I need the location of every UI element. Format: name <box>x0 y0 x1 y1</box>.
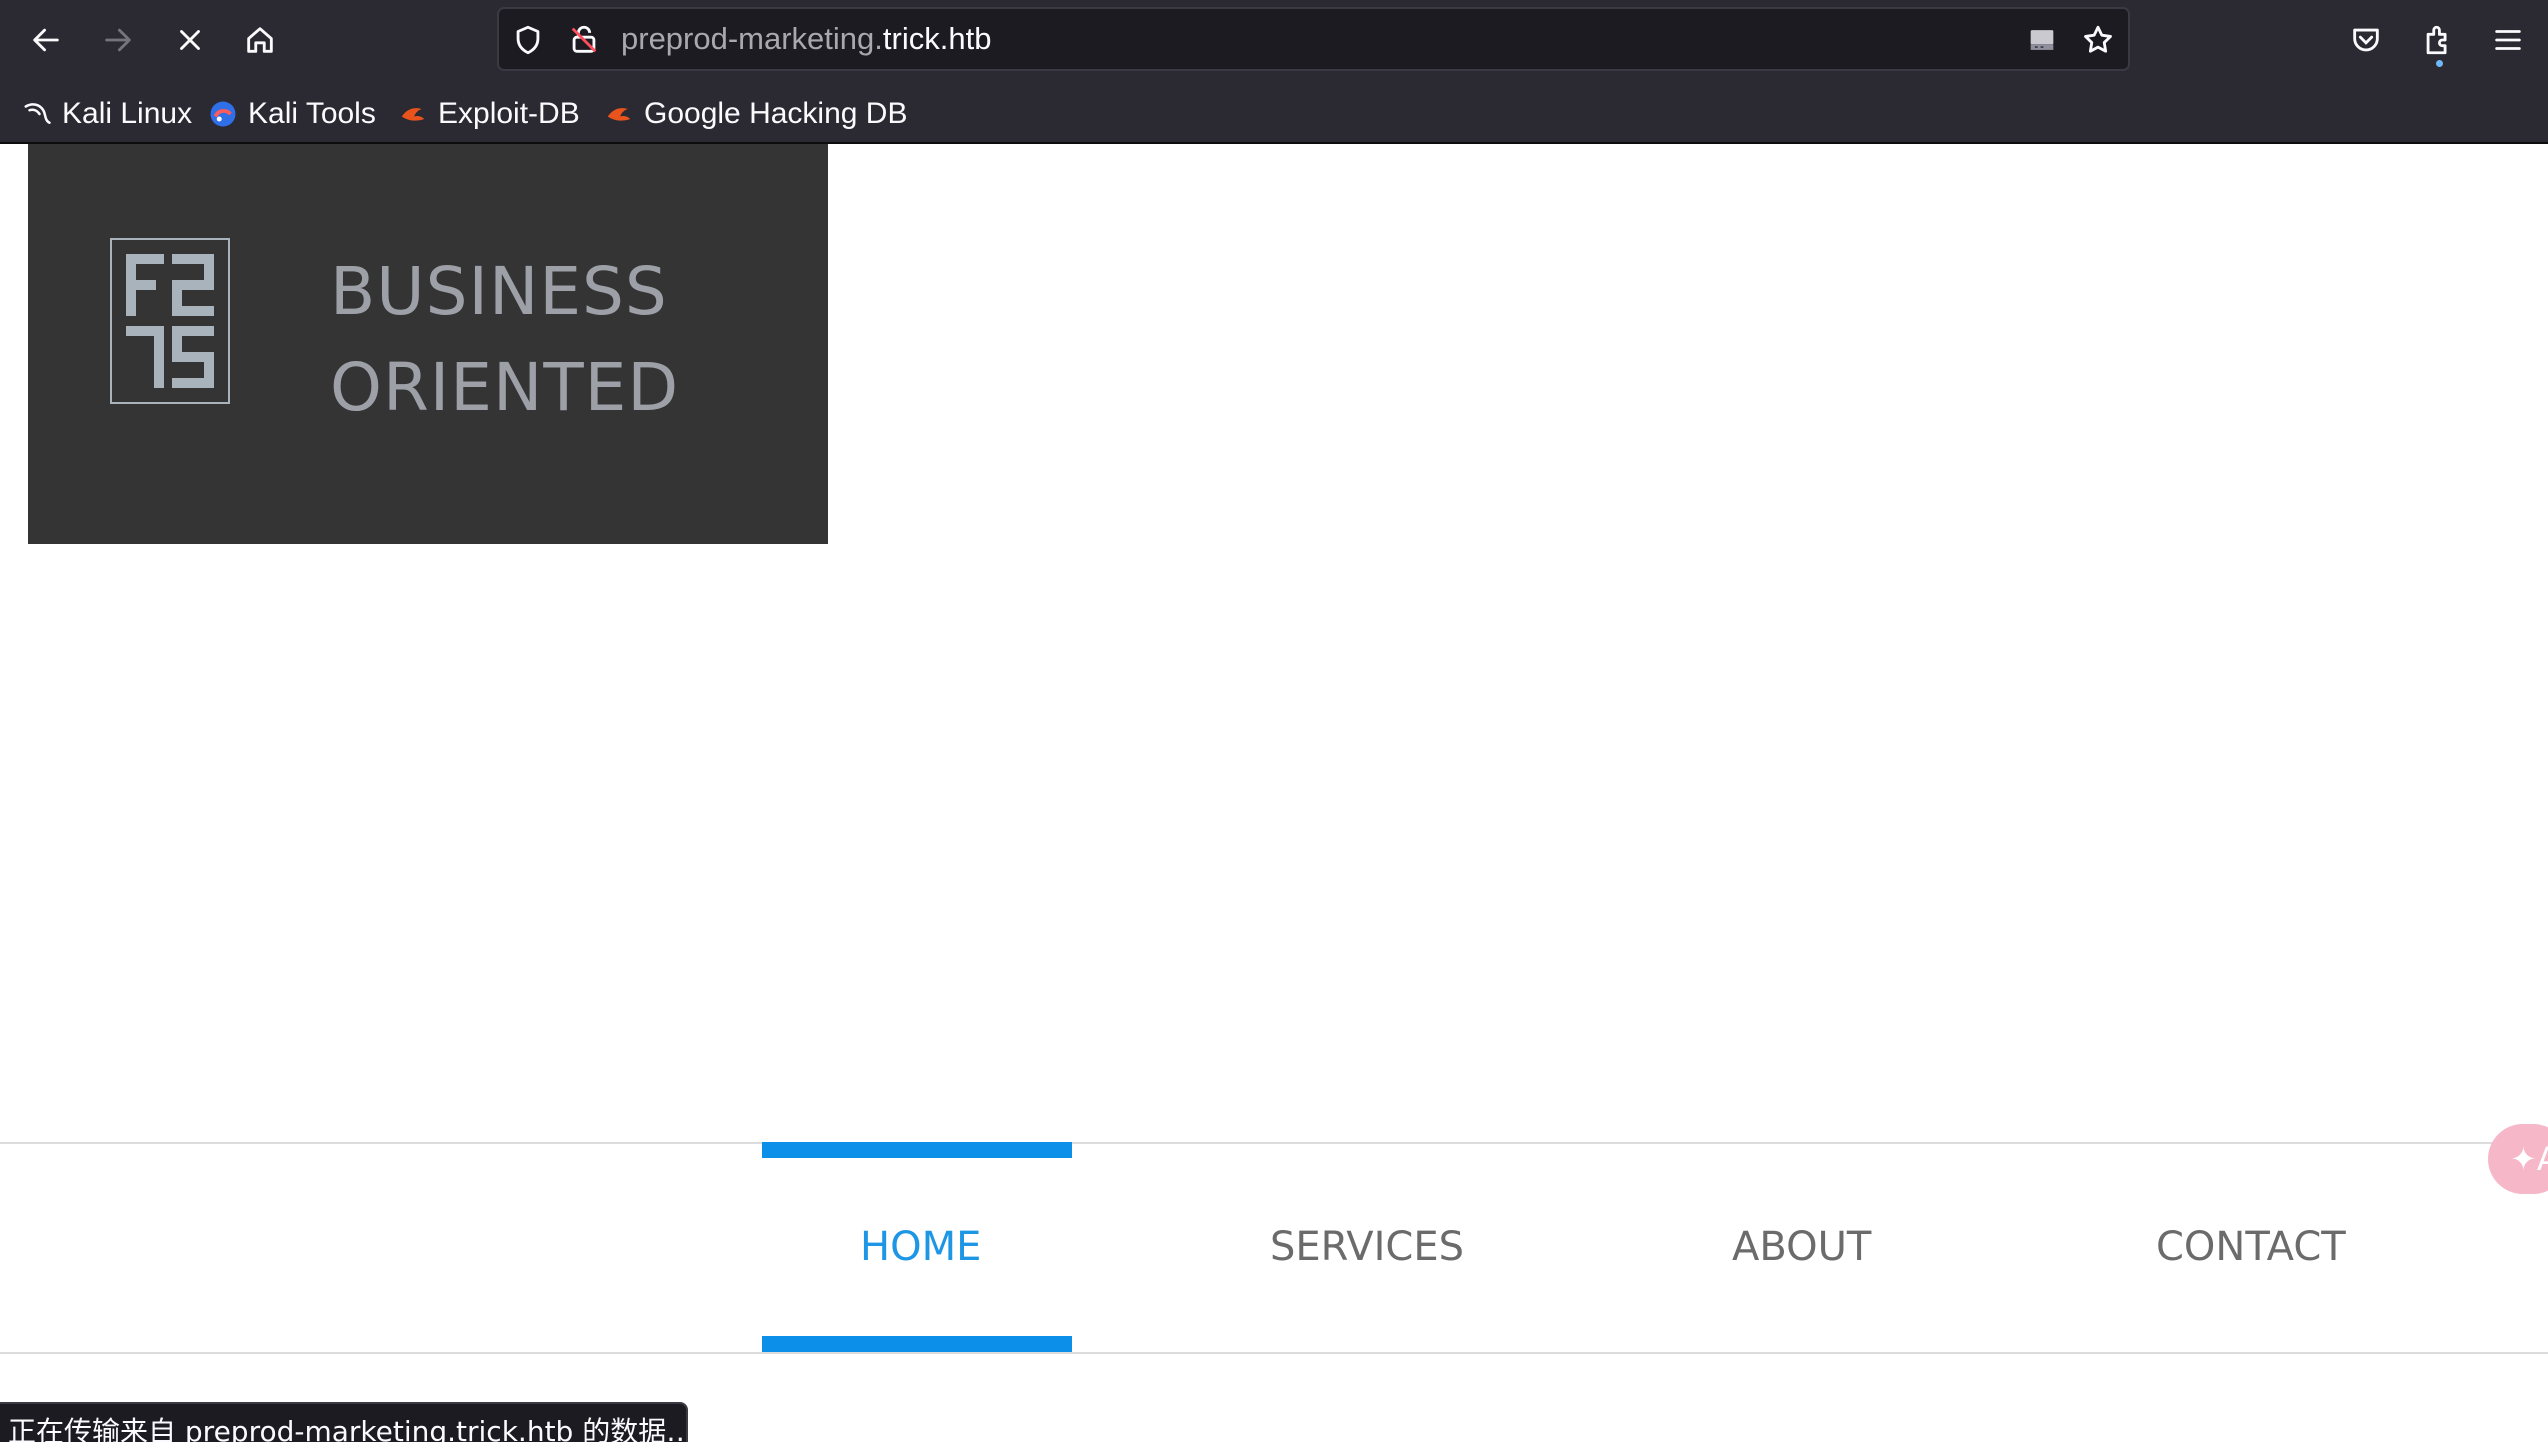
bookmark-label: Exploit-DB <box>438 97 580 130</box>
logo-mark <box>110 238 230 404</box>
exploit-db-icon <box>401 108 425 121</box>
extensions-button[interactable] <box>2414 16 2462 67</box>
logo-line-2: ORIENTED <box>330 349 680 426</box>
reader-view-icon[interactable] <box>2023 21 2061 59</box>
kali-tools-icon <box>210 101 236 127</box>
bookmarks-toolbar: Kali Linux Kali Tools Exploit-DB Google … <box>0 82 2548 144</box>
active-indicator-top <box>762 1142 1072 1158</box>
pocket-icon <box>2353 28 2379 52</box>
nav-about[interactable]: ABOUT <box>1732 1224 1871 1270</box>
forward-arrow-icon <box>105 28 131 52</box>
puzzle-icon <box>2426 25 2447 55</box>
logo-banner[interactable]: BUSINESS ORIENTED <box>28 144 828 544</box>
back-button[interactable] <box>22 16 70 64</box>
stop-loading-button[interactable] <box>166 16 214 64</box>
bookmark-kali-linux[interactable]: Kali Linux <box>22 96 192 132</box>
forward-button[interactable] <box>94 16 142 64</box>
logo-text: BUSINESS ORIENTED <box>330 244 790 436</box>
active-indicator-bottom <box>762 1336 1072 1352</box>
fz-logo-mark-icon <box>126 254 214 388</box>
kali-dragon-icon <box>24 103 51 124</box>
url-domain: trick.htb <box>882 21 992 56</box>
notification-dot <box>2436 60 2443 67</box>
logo-line-1: BUSINESS <box>330 253 668 330</box>
ghdb-icon <box>607 108 631 121</box>
bookmark-label: Kali Linux <box>62 97 193 130</box>
main-navigation: HOME SERVICES ABOUT CONTACT <box>0 1142 2548 1354</box>
bookmark-google-hacking-db[interactable]: Google Hacking DB <box>604 96 907 132</box>
translate-icon: ✦A <box>2510 1140 2548 1178</box>
bookmark-label: Google Hacking DB <box>644 97 908 130</box>
insecure-lock-icon[interactable] <box>565 21 603 59</box>
nav-home[interactable]: HOME <box>860 1224 981 1270</box>
nav-contact[interactable]: CONTACT <box>2156 1224 2346 1270</box>
status-bar: 正在传输来自 preprod-marketing.trick.htb 的数据… <box>0 1402 688 1442</box>
bookmark-label: Kali Tools <box>248 97 376 130</box>
url-prefix: preprod-marketing. <box>621 21 883 56</box>
close-icon <box>180 30 200 50</box>
pocket-button[interactable] <box>2342 16 2390 64</box>
bookmark-star-icon[interactable] <box>2079 21 2117 59</box>
bookmark-exploit-db[interactable]: Exploit-DB <box>398 96 580 132</box>
nav-services[interactable]: SERVICES <box>1270 1224 1464 1270</box>
address-bar[interactable]: preprod-marketing.trick.htb <box>497 7 2130 71</box>
hamburger-menu-icon <box>2495 30 2521 50</box>
menu-button[interactable] <box>2484 16 2532 64</box>
back-arrow-icon <box>33 28 59 52</box>
browser-chrome: preprod-marketing.trick.htb Kali Linux K… <box>0 0 2548 144</box>
home-button[interactable] <box>236 16 284 64</box>
browser-toolbar: preprod-marketing.trick.htb <box>0 0 2548 80</box>
bookmark-kali-tools[interactable]: Kali Tools <box>208 96 376 132</box>
home-icon <box>247 27 273 53</box>
url-text[interactable]: preprod-marketing.trick.htb <box>621 21 991 57</box>
shield-icon[interactable] <box>509 21 547 59</box>
